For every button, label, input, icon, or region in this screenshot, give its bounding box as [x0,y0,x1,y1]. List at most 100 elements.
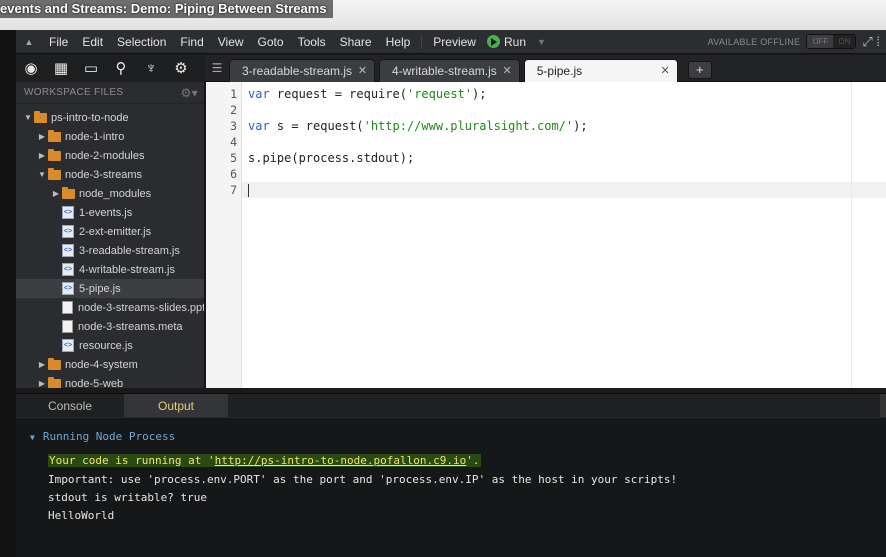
folder-icon [48,357,61,370]
chevron-right-icon[interactable]: ▶ [50,189,62,198]
tree-item-label: 5-pipe.js [79,282,121,295]
code-line[interactable]: var request = require('request'); [248,86,886,102]
menu-goto[interactable]: Goto [251,30,291,54]
output-heading-label: Running Node Process [42,430,176,443]
code-editor[interactable]: 1 2 3 4 5 6 7 var request = require('request')… [206,82,886,388]
chevron-right-icon[interactable]: ▶ [36,379,48,388]
new-tab-button[interactable]: + [687,61,712,79]
workspace-sidebar: WORKSPACE FILES ⚙▾ ▼ ps-intro-to-node ▶ nod… [16,82,205,388]
tree-item-label: node-3-streams [65,168,143,181]
offline-toggle[interactable]: OFF ON [806,34,857,49]
tree-file[interactable]: ▶node-3-streams-slides.pptx [16,298,204,317]
tree-item-label: node-1-intro [65,130,125,143]
code-line[interactable] [242,182,886,198]
toggle-off[interactable]: OFF [807,35,834,48]
folder-icon [48,129,61,142]
menu-tools[interactable]: Tools [291,30,333,54]
run-options-chevron-icon[interactable]: ▼ [533,37,550,47]
tree-item-label: 1-events.js [79,206,133,219]
tree-folder[interactable]: ▶ node-5-web [16,374,204,388]
tab-console[interactable]: Console [16,394,124,417]
code-line[interactable] [248,102,886,118]
gear-icon[interactable]: ⚙▾ [181,86,198,100]
code-line[interactable]: var s = request('http://www.pluralsight.… [248,118,886,134]
tree-file[interactable]: ▶<>resource.js [16,336,204,355]
js-file-icon: <> [62,339,74,352]
tree-folder[interactable]: ▶ node_modules [16,184,204,203]
tree-folder[interactable]: ▼ ps-intro-to-node [16,108,204,127]
podcast-icon[interactable]: ♆ [136,55,166,82]
line-number: 3 [230,119,237,133]
tab-output[interactable]: Output [124,394,228,417]
output-running-line: Your code is running at 'http://ps-intro… [48,454,481,467]
close-icon[interactable]: ✕ [358,60,367,83]
close-icon[interactable]: ✕ [503,60,512,83]
tab-menu-icon[interactable]: ☰ [205,55,229,82]
menu-edit[interactable]: Edit [75,30,110,54]
running-url-link[interactable]: http://ps-intro-to-node.pofallon.c9.io [215,454,467,467]
file-icon [62,320,73,333]
tab-label: 4-writable-stream.js [392,64,497,78]
workspace-title: WORKSPACE FILES [24,87,124,98]
line-number: 5 [230,151,237,165]
run-play-icon[interactable] [486,35,500,48]
preview-button[interactable]: Preview [426,30,483,54]
tab-4-writable-stream[interactable]: 4-writable-stream.js ✕ [379,59,520,82]
drive-icon[interactable]: ▭ [76,55,106,82]
line-number: 4 [230,135,237,149]
line-number: 7 [230,183,237,197]
menu-find[interactable]: Find [173,30,210,54]
chevron-down-icon[interactable]: ▼ [36,170,48,179]
code-token: s = request( [269,119,364,133]
run-button[interactable]: Run [500,30,533,54]
tab-5-pipe[interactable]: 5-pipe.js ✕ [523,59,678,83]
tree-file[interactable]: ▶<>5-pipe.js [16,279,204,298]
menu-help[interactable]: Help [379,30,418,54]
code-line[interactable] [248,166,886,182]
line-number: 2 [230,103,237,117]
chevron-right-icon[interactable]: ▶ [36,151,48,160]
js-file-icon: <> [62,244,74,257]
fullscreen-icon[interactable]: ⤢ ⁞ [856,34,886,50]
tree-file[interactable]: ▶<>1-events.js [16,203,204,222]
tree-file[interactable]: ▶node-3-streams.meta [16,317,204,336]
output-heading[interactable]: ▼ Running Node Process [30,430,175,443]
chevron-right-icon[interactable]: ▶ [36,360,48,369]
tree-file[interactable]: ▶<>3-readable-stream.js [16,241,204,260]
runner-icon[interactable]: ⚲ [106,55,136,82]
toolbar-row: ◉ ▦ ▭ ⚲ ♆ ⚙ ☰ 3-readable-stream.js ✕ 4-w… [16,55,886,82]
chevron-down-icon[interactable]: ▼ [30,433,35,442]
tree-file[interactable]: ▶<>4-writable-stream.js [16,260,204,279]
close-icon[interactable]: ✕ [661,60,670,83]
running-highlight: Your code is running at 'http://ps-intro… [48,454,481,467]
running-suffix: '. [466,454,480,467]
tree-file[interactable]: ▶<>2-ext-emitter.js [16,222,204,241]
code-token: var [248,119,270,133]
gear-icon[interactable]: ⚙ [166,55,196,82]
folder-icon [48,148,61,161]
tree-item-label: ps-intro-to-node [51,111,129,124]
output-line: Important: use 'process.env.PORT' as the… [48,473,678,486]
line-number: 6 [230,167,237,181]
folder-icon [34,110,47,123]
tree-folder[interactable]: ▶ node-2-modules [16,146,204,165]
chevron-right-icon[interactable]: ▶ [36,132,48,141]
chevron-down-icon[interactable]: ▼ [22,113,34,122]
menu-share[interactable]: Share [333,30,379,54]
tab-3-readable-stream[interactable]: 3-readable-stream.js ✕ [229,59,376,83]
js-file-icon: <> [62,282,74,295]
toggle-on[interactable]: ON [833,35,856,48]
menu-view[interactable]: View [211,30,251,54]
menu-selection[interactable]: Selection [110,30,173,54]
code-area[interactable]: var request = require('request'); var s =… [242,86,886,198]
bank-icon[interactable]: ▦ [46,55,76,82]
tree-folder[interactable]: ▶ node-1-intro [16,127,204,146]
tree-item-label: node-4-system [65,358,138,371]
eye-icon[interactable]: ◉ [16,55,46,82]
code-line[interactable] [248,134,886,150]
code-line[interactable]: s.pipe(process.stdout); [248,150,886,166]
collapse-caret-icon[interactable]: ▲ [16,37,42,47]
tree-folder[interactable]: ▶ node-4-system [16,355,204,374]
tree-folder[interactable]: ▼ node-3-streams [16,165,204,184]
menu-file[interactable]: File [42,30,75,54]
